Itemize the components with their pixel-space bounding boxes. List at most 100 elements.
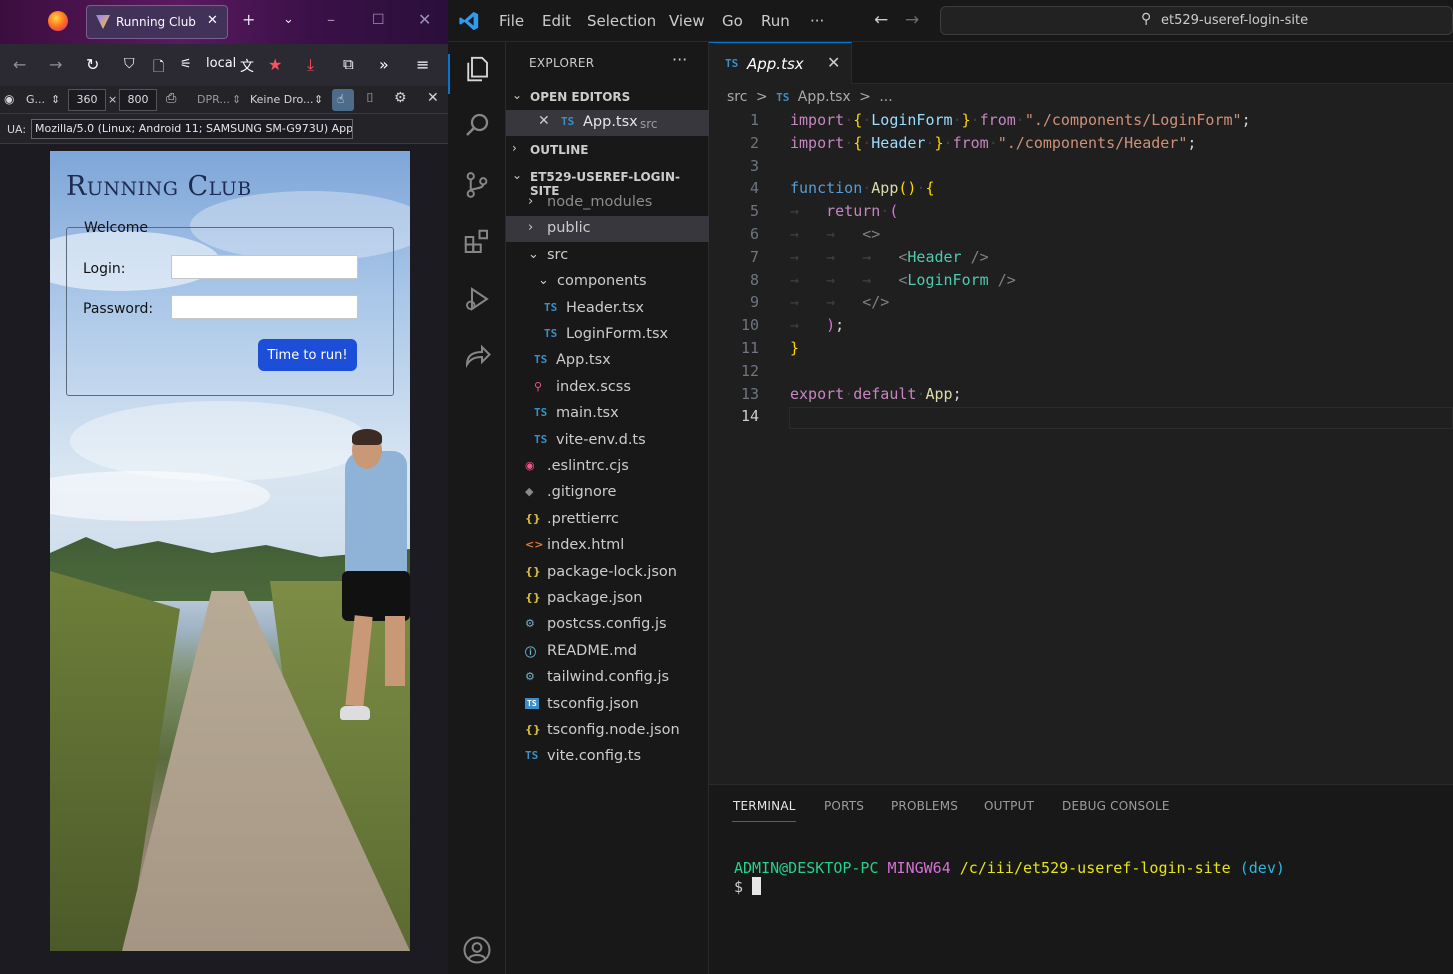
reload-icon[interactable]: ↻ <box>86 55 99 74</box>
tree-item-app-tsx[interactable]: TS App.tsx <box>506 348 709 374</box>
panel-tab-ports[interactable]: PORTS <box>824 799 864 813</box>
extensions-icon[interactable] <box>462 227 492 257</box>
remote-share-icon[interactable] <box>462 342 492 372</box>
explorer-more-actions[interactable]: ··· <box>672 50 687 69</box>
close-tab-icon[interactable]: ✕ <box>207 13 218 28</box>
explorer-files-icon[interactable] <box>462 54 492 84</box>
nav-forward-arrow-icon[interactable]: → <box>905 10 919 30</box>
menu-run[interactable]: Run <box>761 12 790 30</box>
forward-arrow-icon[interactable]: → <box>49 55 62 74</box>
panel-tab-debug-console[interactable]: DEBUG CONSOLE <box>1062 799 1170 813</box>
terminal-output[interactable]: ADMIN@DESKTOP-PC MINGW64 /c/iii/et529-us… <box>734 859 1285 896</box>
tree-item-vite-config-ts[interactable]: TS vite.config.ts <box>506 744 709 770</box>
open-editors-section[interactable]: ⌄ OPEN EDITORS <box>506 84 709 110</box>
viewport-height-input[interactable]: 800 <box>119 89 157 111</box>
dpr-chevron-icon[interactable]: ⇕ <box>232 93 241 106</box>
downloads-icon[interactable]: ⤓ <box>307 55 314 75</box>
nav-back-arrow-icon[interactable]: ← <box>874 10 888 30</box>
tree-item-label: Header.tsx <box>566 299 644 316</box>
rotate-device-icon[interactable]: ⎙ <box>166 91 176 106</box>
outline-section[interactable]: › OUTLINE <box>506 137 709 163</box>
tree-item-package-json[interactable]: {} package.json <box>506 586 709 612</box>
list-tabs-chevron-icon[interactable]: ⌄ <box>283 12 294 27</box>
breadcrumb-symbols[interactable]: ... <box>879 89 892 105</box>
menu-file[interactable]: File <box>499 12 524 30</box>
extensions-icon[interactable]: ⧉ <box>343 55 354 73</box>
project-section[interactable]: ⌄ ET529-USEREF-LOGIN-SITE <box>506 164 709 198</box>
menu-view[interactable]: View <box>669 12 705 30</box>
menu-go[interactable]: Go <box>722 12 743 30</box>
tree-item-node-modules[interactable]: › node_modules <box>506 190 709 216</box>
touch-simulation-button[interactable]: ☝ <box>332 89 354 111</box>
password-input[interactable] <box>171 295 358 319</box>
menu-selection[interactable]: Selection <box>587 12 656 30</box>
overflow-chevrons-icon[interactable]: » <box>379 55 389 74</box>
bookmark-star-icon[interactable]: ★ <box>268 55 282 74</box>
search-icon[interactable] <box>462 110 492 140</box>
close-window-icon[interactable]: ✕ <box>418 10 431 29</box>
tree-item-public[interactable]: › public <box>506 216 709 243</box>
editor-tab-app-tsx[interactable]: TS App.tsx ✕ <box>709 42 852 84</box>
shield-icon[interactable]: ⛉ <box>124 56 135 72</box>
code-token: "./components/LoginForm" <box>1024 111 1242 129</box>
browser-tab-running-club[interactable]: Running Club ✕ <box>86 5 228 39</box>
firefox-logo-icon[interactable] <box>48 11 68 31</box>
throttling-chevron-icon[interactable]: ⇕ <box>314 93 323 106</box>
tree-item-prettierrc[interactable]: {} .prettierrc <box>506 507 709 533</box>
permissions-icon[interactable]: ⚟ <box>180 57 192 72</box>
minimize-icon[interactable]: – <box>327 10 335 29</box>
close-rdm-icon[interactable]: ✕ <box>427 90 439 106</box>
breadcrumb-src[interactable]: src <box>727 89 747 105</box>
tree-item-tailwind-config-js[interactable]: ⚙ tailwind.config.js <box>506 665 709 691</box>
code-token: <> <box>862 225 881 243</box>
menu-more[interactable]: ··· <box>810 12 824 30</box>
settings-gear-icon[interactable]: ⚙ <box>394 90 407 106</box>
close-editor-icon[interactable]: ✕ <box>538 113 550 129</box>
menu-edit[interactable]: Edit <box>542 12 571 30</box>
tree-item-header-tsx[interactable]: TS Header.tsx <box>506 296 709 322</box>
login-input[interactable] <box>171 255 358 279</box>
tree-item-tsconfig-json[interactable]: TS tsconfig.json <box>506 692 709 718</box>
breadcrumb-file[interactable]: App.tsx <box>798 89 851 105</box>
tree-item-package-lock-json[interactable]: {} package-lock.json <box>506 560 709 586</box>
source-control-icon[interactable] <box>462 170 492 200</box>
tree-item-postcss-config-js[interactable]: ⚙ postcss.config.js <box>506 612 709 638</box>
new-tab-icon[interactable]: + <box>242 10 255 29</box>
run-debug-icon[interactable] <box>462 284 492 314</box>
screenshot-camera-icon[interactable]: ⌷ <box>366 91 374 106</box>
device-selector[interactable]: G... <box>26 93 45 106</box>
throttling-selector[interactable]: Keine Dro... <box>250 93 314 106</box>
panel-tab-terminal[interactable]: TERMINAL <box>733 799 796 813</box>
tree-item-eslintrc-cjs[interactable]: ◉ .eslintrc.cjs <box>506 454 709 480</box>
account-icon[interactable] <box>462 935 492 965</box>
user-agent-input[interactable]: Mozilla/5.0 (Linux; Android 11; SAMSUNG … <box>31 119 353 139</box>
tree-item-tsconfig-node-json[interactable]: {} tsconfig.node.json <box>506 718 709 744</box>
tree-item-components[interactable]: ⌄ components <box>506 269 709 295</box>
page-icon[interactable]: 🗋 <box>153 56 164 80</box>
code-token: /> <box>961 248 989 266</box>
panel-tab-output[interactable]: OUTPUT <box>984 799 1034 813</box>
url-bar[interactable]: local <box>206 56 236 71</box>
viewport-width-input[interactable]: 360 <box>68 89 106 111</box>
translate-icon[interactable]: 文 <box>240 56 254 76</box>
command-center-search[interactable]: ⚲ et529-useref-login-site <box>940 6 1453 35</box>
tree-item-readme-md[interactable]: ⓘ README.md <box>506 639 709 665</box>
panel-tab-problems[interactable]: PROBLEMS <box>891 799 958 813</box>
hamburger-menu-icon[interactable]: ≡ <box>416 55 429 74</box>
back-arrow-icon[interactable]: ← <box>13 55 26 74</box>
tree-item-index-html[interactable]: <> index.html <box>506 533 709 559</box>
time-to-run-button[interactable]: Time to run! <box>258 339 357 371</box>
close-tab-icon[interactable]: ✕ <box>827 53 840 72</box>
tree-item-index-scss[interactable]: ⚲ index.scss <box>506 375 709 401</box>
maximize-icon[interactable]: ☐ <box>372 12 385 28</box>
tree-item-src[interactable]: ⌄ src <box>506 243 709 269</box>
open-editor-app-tsx[interactable]: ✕ TS App.tsx src <box>506 110 709 136</box>
tree-item-loginform-tsx[interactable]: TS LoginForm.tsx <box>506 322 709 348</box>
dpr-selector[interactable]: DPR... <box>197 93 230 106</box>
code-token: App <box>925 385 953 403</box>
device-selector-chevron-icon[interactable]: ⇕ <box>51 93 60 106</box>
tree-item-main-tsx[interactable]: TS main.tsx <box>506 401 709 427</box>
active-indicator <box>448 54 450 94</box>
tree-item-vite-env-d-ts[interactable]: TS vite-env.d.ts <box>506 428 709 454</box>
tree-item-gitignore[interactable]: ◆ .gitignore <box>506 480 709 506</box>
